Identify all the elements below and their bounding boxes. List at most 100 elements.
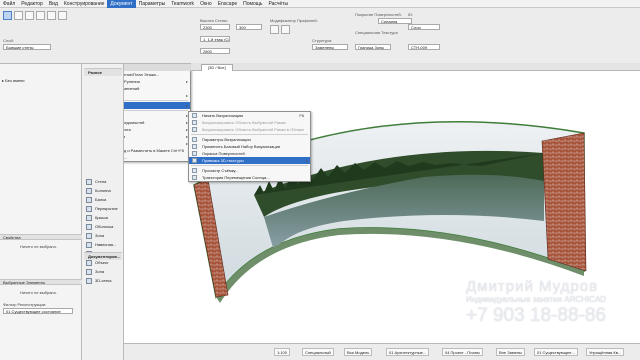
wall-height-input[interactable]: 2300 xyxy=(200,24,230,30)
redo-icon[interactable] xyxy=(58,11,67,20)
menu-option[interactable]: Аннотация▸ xyxy=(124,92,190,99)
toolbox-group-design[interactable]: Разное xyxy=(84,68,122,76)
wall-geometry-icon[interactable] xyxy=(281,25,290,34)
toolbox-item[interactable]: Перекрытие xyxy=(84,205,122,213)
floor-select[interactable]: 1. 1-й этаж (Собств.) xyxy=(200,36,230,42)
menu-option[interactable]: Просмотр Съёмку... xyxy=(189,167,310,174)
properties-header[interactable]: Свойства xyxy=(0,234,82,240)
layer-combination-select[interactable]: 01 Архитектурные... xyxy=(386,348,430,356)
toolbox-item[interactable]: Зона xyxy=(84,232,122,240)
menu-item[interactable]: Конструирование xyxy=(61,0,108,8)
menu-item[interactable]: Параметры xyxy=(136,0,169,8)
toolbox-item[interactable]: 3D-сетка xyxy=(84,277,122,285)
menu-item[interactable]: Окно xyxy=(197,0,215,8)
menu-option-label: Показать Сечение/План Этажа... xyxy=(124,72,160,77)
zoom-select[interactable]: 1:100 xyxy=(274,348,291,356)
arrow-tool-icon[interactable] xyxy=(3,11,12,20)
menu-item[interactable]: Файл xyxy=(0,0,18,8)
profile-icon[interactable] xyxy=(270,25,279,34)
override-select[interactable]: Вне Замены xyxy=(496,348,525,356)
menu-option[interactable]: Начать Визуализацию F6 xyxy=(189,112,310,119)
menu-option-icon xyxy=(192,151,197,156)
menu-option-label: Дополнение Ведомостей xyxy=(124,120,145,125)
structure-select[interactable]: Заменены xyxy=(312,44,348,50)
menu-separator xyxy=(124,110,188,111)
renovation-select[interactable]: 01 Существующее... xyxy=(534,348,578,356)
toolbox-group-document[interactable]: Документиров... xyxy=(84,252,122,260)
menu-option[interactable]: Чертежи▸ xyxy=(124,140,190,147)
menu-option[interactable]: Инструменты Руления ▸ xyxy=(124,78,190,85)
menu-item[interactable]: Помощь xyxy=(240,0,265,8)
view-3d-icon[interactable] xyxy=(36,11,45,20)
toolbox-item[interactable]: Оболочка xyxy=(84,223,122,231)
scale-select[interactable]: Специальный xyxy=(302,348,334,356)
menu-option-label: Визуализировать Область Выбранной Рамки … xyxy=(202,127,304,132)
menu-option[interactable]: Индексы Проекта▸ xyxy=(124,126,190,133)
menu-item[interactable]: Документ xyxy=(107,0,136,8)
menu-option[interactable]: Визуализировать Область Выбранной Рамки xyxy=(189,119,310,126)
magic-wand-icon[interactable] xyxy=(25,11,34,20)
menu-option-label: Менеджер Изменений xyxy=(124,86,140,91)
toolbox-item-label: Стена xyxy=(95,179,107,184)
properties-empty-text: Ничего не выбрано. xyxy=(20,244,57,249)
undo-icon[interactable] xyxy=(47,11,56,20)
renovation-filter-select[interactable]: 01 Существующее состояние xyxy=(3,308,73,314)
navigator-tree-item[interactable]: ▸ Без имени xyxy=(2,78,24,83)
watermark: Дмитрий Мудров Индивидуальные занятия AR… xyxy=(466,278,606,327)
structure-display-select[interactable]: Упрощённая Кв... xyxy=(586,348,625,356)
menu-item[interactable]: Расчёты xyxy=(265,0,291,8)
menu-item[interactable]: Вид xyxy=(46,0,61,8)
shortcut-text: F6 xyxy=(299,113,304,118)
selected-elements-header[interactable]: Выбранные Элементы xyxy=(0,279,82,285)
model-view-select[interactable]: Вся Модель xyxy=(344,348,373,356)
tab-3d-view[interactable]: [3D / Все] xyxy=(201,64,233,71)
menu-option[interactable]: Визуализировать Область Выбранной Рамки … xyxy=(189,126,310,133)
id-label: ID: xyxy=(408,12,414,17)
menu-option[interactable]: Менеджер Изменений xyxy=(124,85,190,92)
toolbox-item[interactable]: Крыша xyxy=(84,214,122,222)
menu-option[interactable]: Книга Макетов▸ xyxy=(124,133,190,140)
right-brick-pillar[interactable] xyxy=(541,132,587,272)
document-menu: Инструменты Документирования▸Слои▸3D-ман… xyxy=(124,71,191,162)
toolbox-item[interactable]: Стена xyxy=(84,178,122,186)
status-bar: 1:100 Специальный Вся Модель 01 Архитект… xyxy=(124,343,640,360)
info-box-ribbon: Слой: Бывшие стены Высота Стены: 2300 1.… xyxy=(0,8,640,64)
offset-input[interactable]: 300 xyxy=(236,24,262,30)
menu-option-label: Книга Макетов xyxy=(124,134,125,139)
tool-icon xyxy=(86,188,92,194)
menu-option-icon xyxy=(192,175,197,180)
menu-option[interactable]: Применить Базовый Набор Визуализации xyxy=(189,143,310,150)
menu-option[interactable]: Траектория Перемещения Солнца... xyxy=(189,174,310,181)
menu-option[interactable]: Каталоги▸ xyxy=(124,112,190,119)
menu-option[interactable]: Сохранить Вид и Разместить в МакетеCtrl+… xyxy=(124,147,190,154)
menu-option[interactable]: Показать Сечение/План Этажа... xyxy=(124,71,190,78)
menu-item[interactable]: Enscape xyxy=(215,0,240,8)
layer-dropdown[interactable]: Слои xyxy=(408,24,440,30)
menu-item[interactable]: Редактор xyxy=(18,0,46,8)
pen-set-select[interactable]: 04 Проект - Планы xyxy=(442,348,483,356)
menu-option[interactable]: Параметры Визуализации xyxy=(189,136,310,143)
menu-option[interactable]: Привязка 3D-текстуры ▸ xyxy=(189,157,310,164)
toolbox: Разное Стена Колонна Балка Перекрытие Крыша Об… xyxy=(82,64,124,360)
menu-option[interactable]: Визуализация▸ xyxy=(124,102,190,109)
surface-select[interactable]: Средина xyxy=(378,18,412,24)
id-input[interactable]: СТН-009 xyxy=(408,44,440,50)
zone-select[interactable]: Граница Зоны xyxy=(355,44,391,50)
toolbox-item-label: Зона xyxy=(95,233,105,238)
toolbox-item[interactable]: Колонна xyxy=(84,187,122,195)
view-tab-bar: [3D / Все] xyxy=(191,63,640,71)
menu-option[interactable]: Дополнение Ведомостей▸ xyxy=(124,119,190,126)
menu-option-icon xyxy=(192,144,197,149)
menu-option[interactable]: Опубликовать... xyxy=(124,154,190,161)
texture-label: Специальная Текстура xyxy=(355,30,398,35)
toolbox-item[interactable]: Навесная... xyxy=(84,241,122,249)
navigator-panel: ▸ Без имени Свойства Ничего не выбрано. … xyxy=(0,64,82,360)
thickness-input[interactable]: 2800 xyxy=(200,48,230,54)
tree-root-label: Без имени xyxy=(5,78,25,83)
menu-option[interactable]: Окраска Поверхностей xyxy=(189,150,310,157)
layer-select[interactable]: Бывшие стены xyxy=(3,44,51,50)
marquee-tool-icon[interactable] xyxy=(14,11,23,20)
toolbox-item[interactable]: Зона xyxy=(84,268,122,276)
toolbox-item[interactable]: Балка xyxy=(84,196,122,204)
menu-item[interactable]: Teamwork xyxy=(168,0,197,8)
